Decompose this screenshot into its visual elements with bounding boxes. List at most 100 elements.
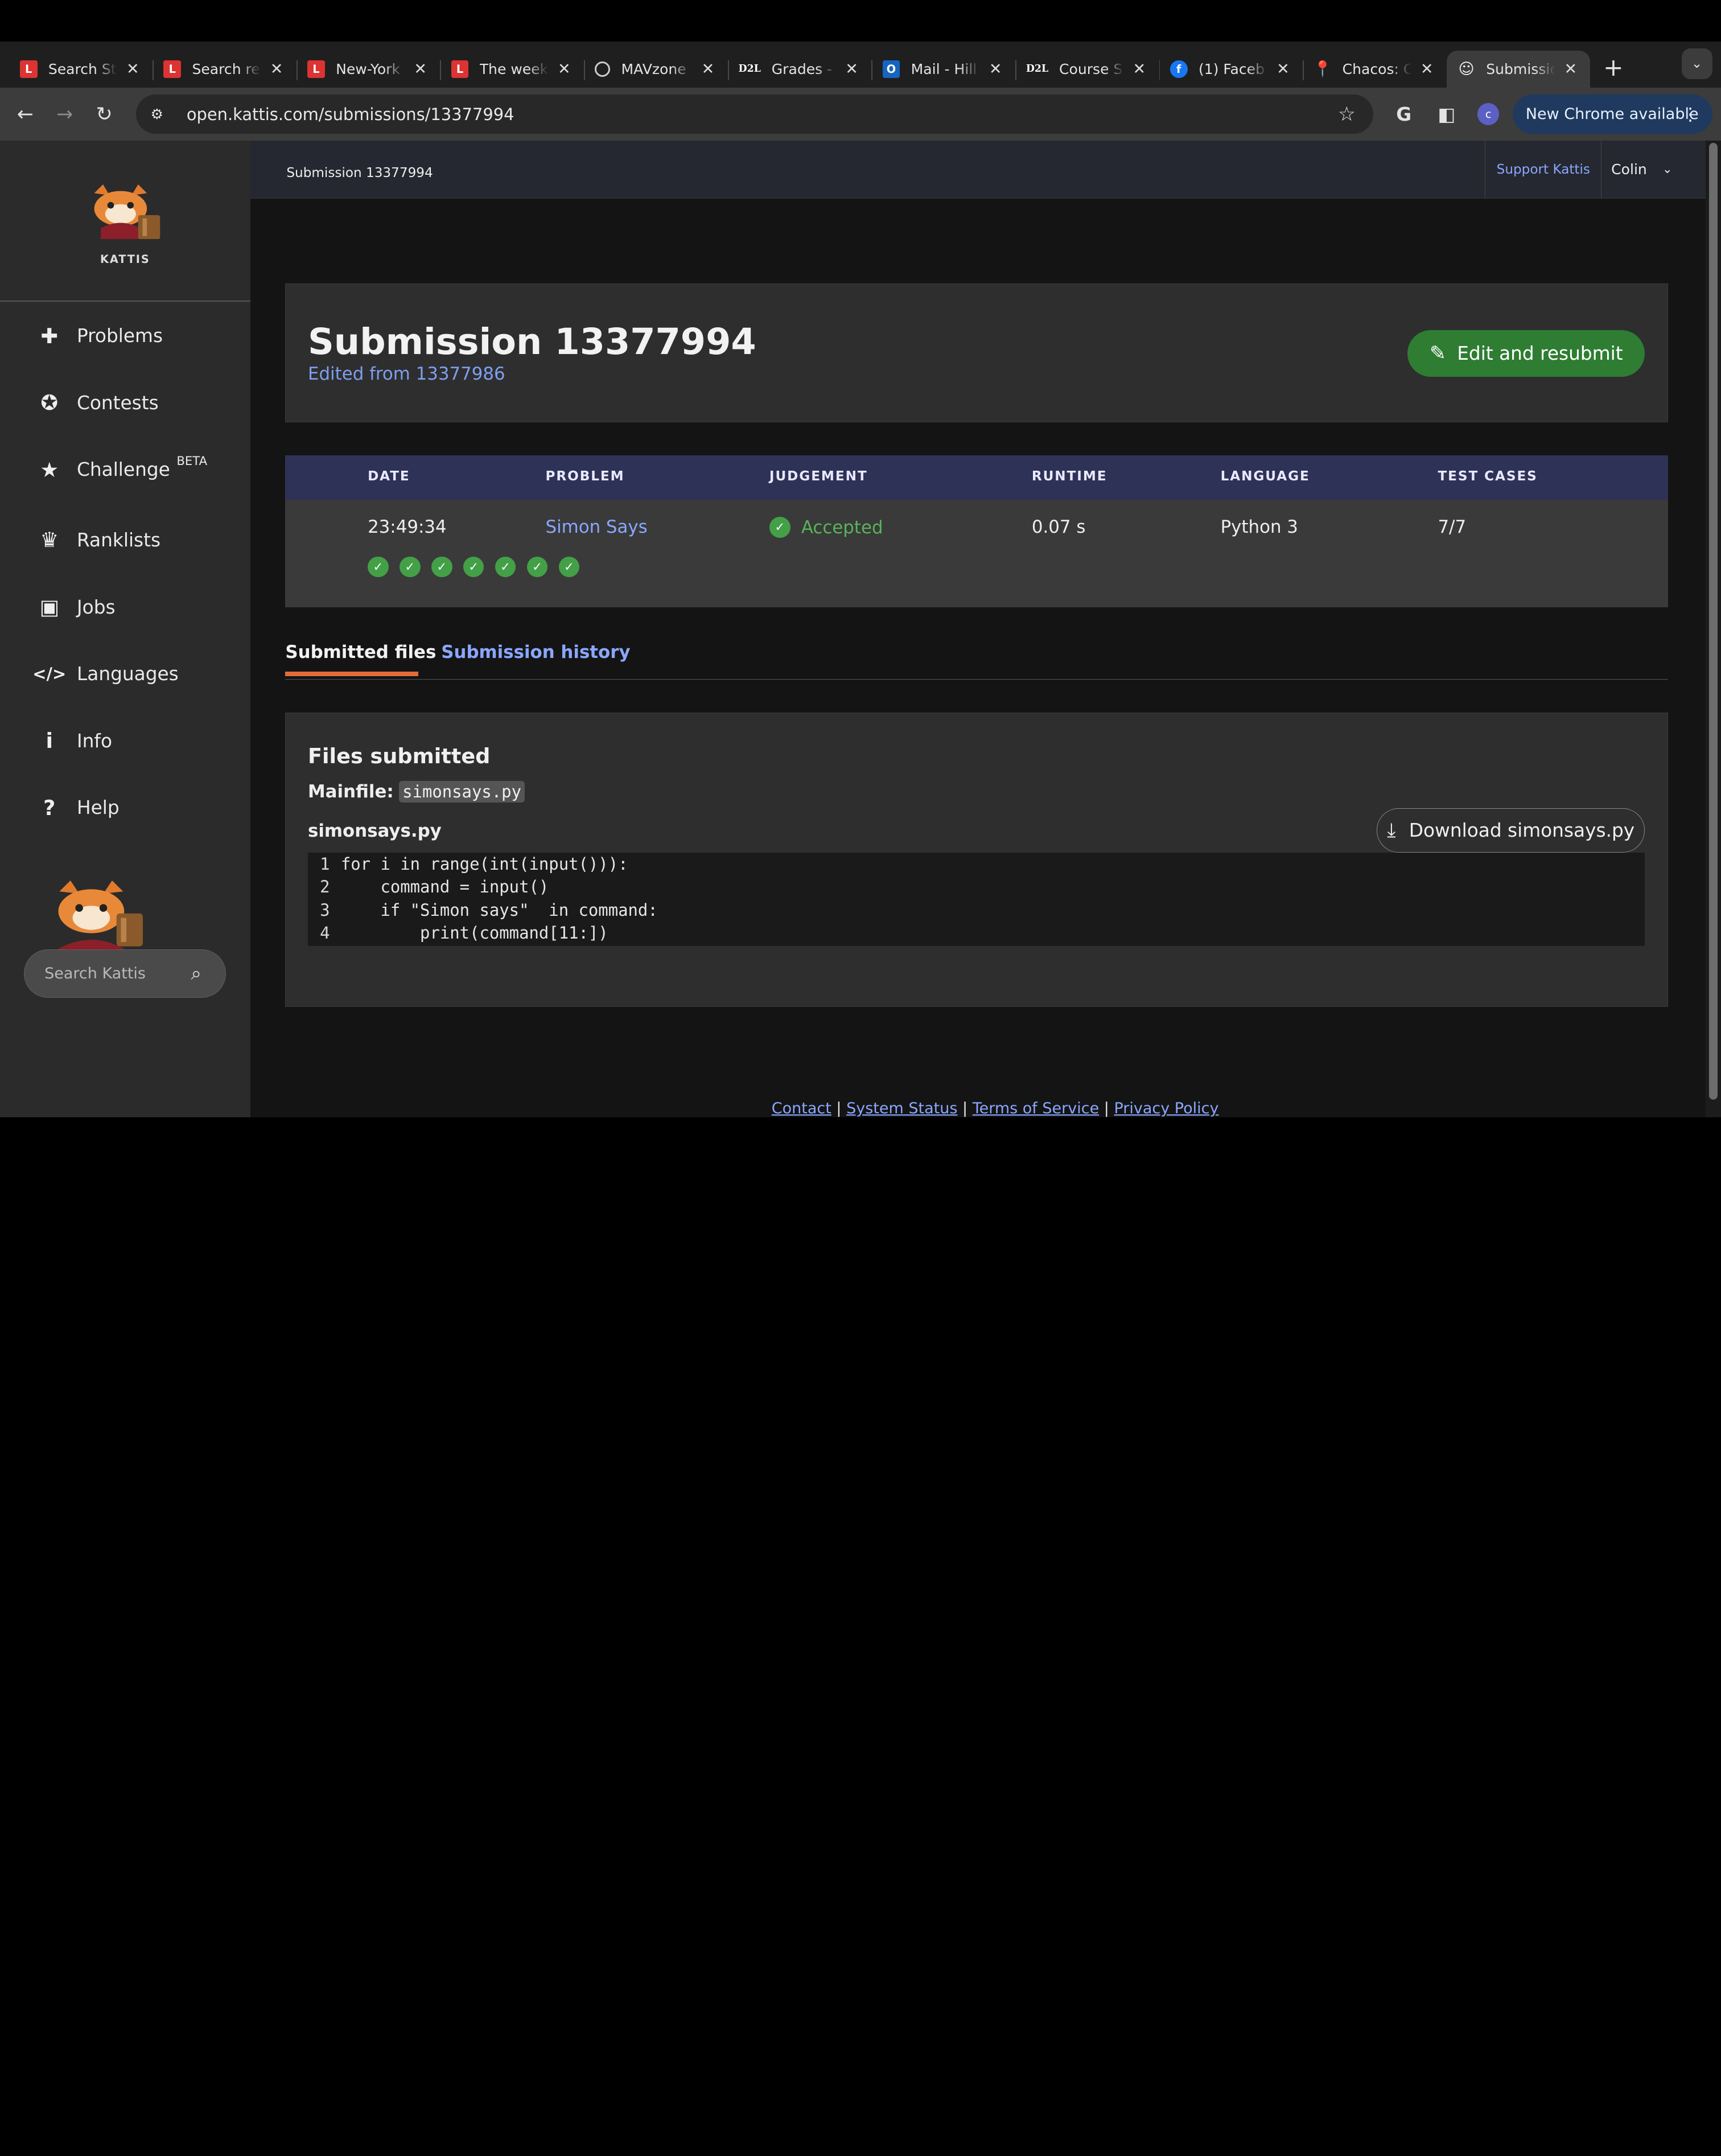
forward-button[interactable]: → xyxy=(45,94,84,134)
content-tabs: Submitted files Submission history xyxy=(285,629,1669,680)
breadcrumb: Submission 13377994 xyxy=(286,166,433,181)
close-icon[interactable]: ✕ xyxy=(124,60,142,78)
line-number: 4 xyxy=(320,923,330,943)
close-icon[interactable]: ✕ xyxy=(555,60,573,78)
pin-icon: 📍 xyxy=(1313,60,1332,79)
download-file-button[interactable]: ⤓ Download simonsays.py xyxy=(1377,808,1645,853)
sidebar-item-challenge[interactable]: ★ Challenge BETA xyxy=(38,454,208,487)
url-text[interactable]: open.kattis.com/submissions/13377994 xyxy=(187,105,514,124)
puzzle-icon: ✚ xyxy=(40,323,59,348)
test-case-passed-icon[interactable]: ✓ xyxy=(399,556,421,578)
browser-tab[interactable]: 📍 Chacos: C ✕ xyxy=(1303,51,1447,88)
browser-toolbar: ← → ↻ ⚙ open.kattis.com/submissions/1337… xyxy=(0,88,1721,141)
footer-link-privacy[interactable]: Privacy Policy xyxy=(1114,1100,1218,1117)
submission-results-table: DATE PROBLEM JUDGEMENT RUNTIME LANGUAGE … xyxy=(285,455,1669,607)
tab-submitted-files[interactable]: Submitted files xyxy=(285,642,436,663)
page-header: Submission 13377994 Support Kattis Colin… xyxy=(250,140,1706,199)
close-icon[interactable]: ✕ xyxy=(699,60,717,78)
code-text: for i in range(int(input())): xyxy=(340,854,628,874)
browser-tab[interactable]: f (1) Faceb ✕ xyxy=(1159,51,1303,88)
close-icon[interactable]: ✕ xyxy=(1130,60,1148,78)
column-header-language: LANGUAGE xyxy=(1220,468,1310,484)
tab-search-button[interactable]: ⌄ xyxy=(1681,48,1712,79)
close-icon[interactable]: ✕ xyxy=(843,60,860,78)
browser-tab[interactable]: MAVzone ✕ xyxy=(583,51,728,88)
scrollbar-thumb[interactable] xyxy=(1708,142,1718,1100)
back-button[interactable]: ← xyxy=(6,94,45,134)
close-icon[interactable]: ✕ xyxy=(1562,60,1579,78)
more-menu-icon[interactable]: ⋮ xyxy=(1682,104,1699,125)
test-case-passed-icon[interactable]: ✓ xyxy=(463,556,484,578)
browser-tab[interactable]: L New-York ✕ xyxy=(296,51,440,88)
reload-button[interactable]: ↻ xyxy=(84,94,123,134)
profile-avatar[interactable]: c xyxy=(1477,103,1500,125)
kattis-icon: ☺ xyxy=(1458,60,1475,78)
address-bar[interactable]: ⚙ open.kattis.com/submissions/13377994 ☆ xyxy=(136,94,1373,134)
footer-link-system-status[interactable]: System Status xyxy=(846,1100,957,1117)
close-icon[interactable]: ✕ xyxy=(1418,60,1436,78)
trophy-icon: ♛ xyxy=(40,528,59,553)
side-panel-icon[interactable]: ◧ xyxy=(1434,101,1460,127)
search-icon[interactable]: ⌕ xyxy=(191,962,201,985)
test-case-passed-icon[interactable]: ✓ xyxy=(558,556,580,578)
beta-badge: BETA xyxy=(176,454,208,468)
test-case-passed-icon[interactable]: ✓ xyxy=(495,556,516,578)
search-input[interactable]: Search Kattis ⌕ xyxy=(24,949,227,998)
bookmark-star-icon[interactable]: ☆ xyxy=(1338,103,1356,126)
kattis-mascot xyxy=(55,880,143,951)
code-line: 2 command = input() xyxy=(308,875,1645,899)
user-menu[interactable]: Colin ⌄ xyxy=(1611,141,1672,199)
test-case-passed-icon[interactable]: ✓ xyxy=(431,556,452,578)
language-value: Python 3 xyxy=(1220,517,1298,538)
browser-tab[interactable]: D2L Course S ✕ xyxy=(1015,51,1159,88)
sidebar-item-problems[interactable]: ✚ Problems xyxy=(38,319,163,352)
mainfile-row: Mainfile: simonsays.py xyxy=(308,781,525,803)
judgement-status: ✓ Accepted xyxy=(769,517,883,538)
page-title: Submission 13377994 xyxy=(307,321,756,364)
test-case-results: ✓ ✓ ✓ ✓ ✓ ✓ ✓ xyxy=(368,556,590,578)
site-settings-icon[interactable]: ⚙ xyxy=(147,104,167,124)
browser-tab[interactable]: O Mail - Hill ✕ xyxy=(871,51,1015,88)
browser-tab[interactable]: L The week ✕ xyxy=(440,51,584,88)
sidebar-item-languages[interactable]: </> Languages xyxy=(32,657,178,690)
footer-link-terms[interactable]: Terms of Service xyxy=(973,1100,1100,1117)
browser-window: L Search St ✕ L Search re ✕ L New-York ✕ L The … xyxy=(0,0,1721,1118)
sidebar-item-help[interactable]: ? Help xyxy=(38,792,120,825)
edit-and-resubmit-button[interactable]: ✎ Edit and resubmit xyxy=(1407,330,1645,377)
submission-header-card: Submission 13377994 Edited from 13377986… xyxy=(285,283,1669,423)
footer-link-contact[interactable]: Contact xyxy=(772,1100,831,1117)
tab-submission-history[interactable]: Submission history xyxy=(441,642,630,663)
browser-tab[interactable]: D2L Grades - ✕ xyxy=(727,51,872,88)
edited-from-link[interactable]: Edited from 13377986 xyxy=(308,364,505,384)
close-icon[interactable]: ✕ xyxy=(1274,60,1292,78)
page-scrollbar[interactable] xyxy=(1706,140,1721,1118)
sidebar-item-contests[interactable]: ✪ Contests xyxy=(38,386,158,419)
sidebar: KATTIS ✚ Problems ✪ Contests ★ Challenge BET… xyxy=(0,140,250,1118)
sidebar-item-ranklists[interactable]: ♛ Ranklists xyxy=(38,524,160,557)
test-case-passed-icon[interactable]: ✓ xyxy=(368,556,389,578)
outlook-icon: O xyxy=(882,60,900,78)
browser-tab-active[interactable]: ☺ Submissio ✕ xyxy=(1446,50,1591,88)
close-icon[interactable]: ✕ xyxy=(411,60,429,78)
code-line: 3 if "Simon says" in command: xyxy=(308,899,1645,922)
close-icon[interactable]: ✕ xyxy=(268,60,286,78)
new-chrome-available-button[interactable]: New Chrome available ⋮ xyxy=(1512,94,1712,134)
sidebar-item-info[interactable]: i Info xyxy=(38,725,112,758)
code-viewer[interactable]: 1 for i in range(int(input())): 2 command… xyxy=(307,852,1645,946)
problem-link[interactable]: Simon Says xyxy=(546,517,648,537)
code-line: 4 print(command[11:]) xyxy=(308,921,1645,945)
title-bar xyxy=(0,0,1721,42)
support-link[interactable]: Support Kattis xyxy=(1485,140,1602,199)
browser-tab[interactable]: L Search re ✕ xyxy=(153,51,297,88)
line-number: 3 xyxy=(320,900,330,920)
google-icon[interactable]: G xyxy=(1391,101,1417,127)
briefcase-icon: ▣ xyxy=(39,595,60,619)
new-tab-button[interactable]: + xyxy=(1597,52,1630,85)
sidebar-item-jobs[interactable]: ▣ Jobs xyxy=(38,591,115,624)
test-case-passed-icon[interactable]: ✓ xyxy=(526,556,548,578)
browser-tab[interactable]: L Search St ✕ xyxy=(9,51,153,88)
kattis-logo[interactable] xyxy=(88,184,162,240)
close-icon[interactable]: ✕ xyxy=(987,60,1004,78)
column-header-problem: PROBLEM xyxy=(545,468,625,484)
page-content: KATTIS ✚ Problems ✪ Contests ★ Challenge BET… xyxy=(0,140,1721,1118)
